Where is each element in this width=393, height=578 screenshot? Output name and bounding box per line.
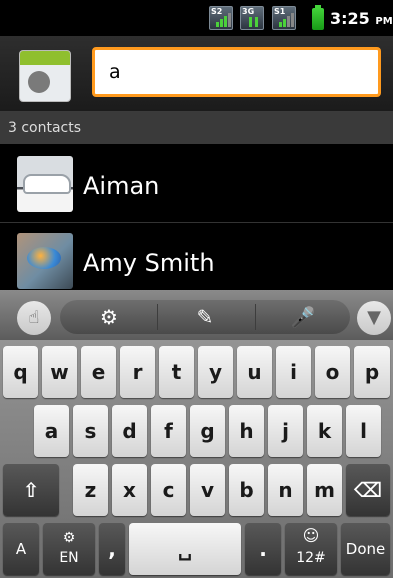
key-l[interactable]: l: [346, 405, 381, 457]
key-j[interactable]: j: [268, 405, 303, 457]
signal-sim-icon: S1: [272, 6, 296, 30]
key-r[interactable]: r: [120, 346, 155, 398]
key-t[interactable]: t: [159, 346, 194, 398]
contacts-count-header: 3 contacts: [0, 112, 393, 144]
shift-key[interactable]: ⇧: [3, 464, 59, 516]
hand-gesture-icon[interactable]: ☝: [17, 301, 51, 335]
key-p[interactable]: p: [354, 346, 390, 398]
search-input[interactable]: [92, 47, 381, 97]
key-m[interactable]: m: [307, 464, 342, 516]
key-s[interactable]: s: [73, 405, 108, 457]
period-key[interactable]: .: [245, 523, 281, 575]
search-header: [0, 36, 393, 112]
input-method-key[interactable]: A: [3, 523, 39, 575]
key-w[interactable]: w: [42, 346, 77, 398]
key-n[interactable]: n: [268, 464, 303, 516]
contact-name: Amy Smith: [83, 249, 215, 277]
contact-photo: [17, 233, 73, 289]
key-b[interactable]: b: [229, 464, 264, 516]
key-x[interactable]: x: [112, 464, 147, 516]
language-key[interactable]: ⚙ EN: [43, 523, 95, 575]
settings-icon[interactable]: ⚙: [94, 302, 124, 332]
key-h[interactable]: h: [229, 405, 264, 457]
contact-photo: [17, 156, 73, 212]
contacts-app-icon[interactable]: [19, 50, 71, 102]
contact-row-amy-smith[interactable]: Amy Smith: [0, 226, 393, 290]
key-g[interactable]: g: [190, 405, 225, 457]
key-e[interactable]: e: [81, 346, 116, 398]
data-3g-icon: 3G: [240, 6, 264, 30]
key-q[interactable]: q: [3, 346, 38, 398]
status-bar: S2 3G S1 3:25 PM: [0, 0, 393, 36]
comma-key[interactable]: ,: [99, 523, 125, 575]
key-i[interactable]: i: [276, 346, 311, 398]
language-label: EN: [59, 550, 79, 566]
symbols-key[interactable]: ☺ 12#: [285, 523, 337, 575]
handwriting-icon[interactable]: ✎: [190, 302, 220, 332]
keyboard-toolbar: ☝ ⚙ ✎ 🎤 ▼: [0, 290, 393, 340]
key-f[interactable]: f: [151, 405, 186, 457]
space-key[interactable]: ␣: [129, 523, 241, 575]
key-k[interactable]: k: [307, 405, 342, 457]
microphone-icon[interactable]: 🎤: [288, 302, 318, 332]
done-key[interactable]: Done: [341, 523, 390, 575]
clock: 3:25 PM: [330, 9, 393, 28]
battery-icon: [312, 5, 324, 30]
contact-name: Aiman: [83, 172, 160, 200]
signal-icon: S2: [209, 6, 233, 30]
hide-keyboard-icon[interactable]: ▼: [357, 301, 391, 335]
settings-icon: ⚙: [62, 530, 76, 546]
contact-row-aiman[interactable]: Aiman: [0, 149, 393, 223]
key-a[interactable]: a: [34, 405, 69, 457]
key-v[interactable]: v: [190, 464, 225, 516]
soft-keyboard: ☝ ⚙ ✎ 🎤 ▼ q w e r t y u i o p a s d f g …: [0, 290, 393, 578]
symbols-label: 12#: [296, 550, 326, 566]
backspace-key[interactable]: ⌫: [346, 464, 390, 516]
key-d[interactable]: d: [112, 405, 147, 457]
key-z[interactable]: z: [73, 464, 108, 516]
key-u[interactable]: u: [237, 346, 272, 398]
key-c[interactable]: c: [151, 464, 186, 516]
key-y[interactable]: y: [198, 346, 233, 398]
emoji-icon: ☺: [302, 526, 320, 545]
key-o[interactable]: o: [315, 346, 350, 398]
